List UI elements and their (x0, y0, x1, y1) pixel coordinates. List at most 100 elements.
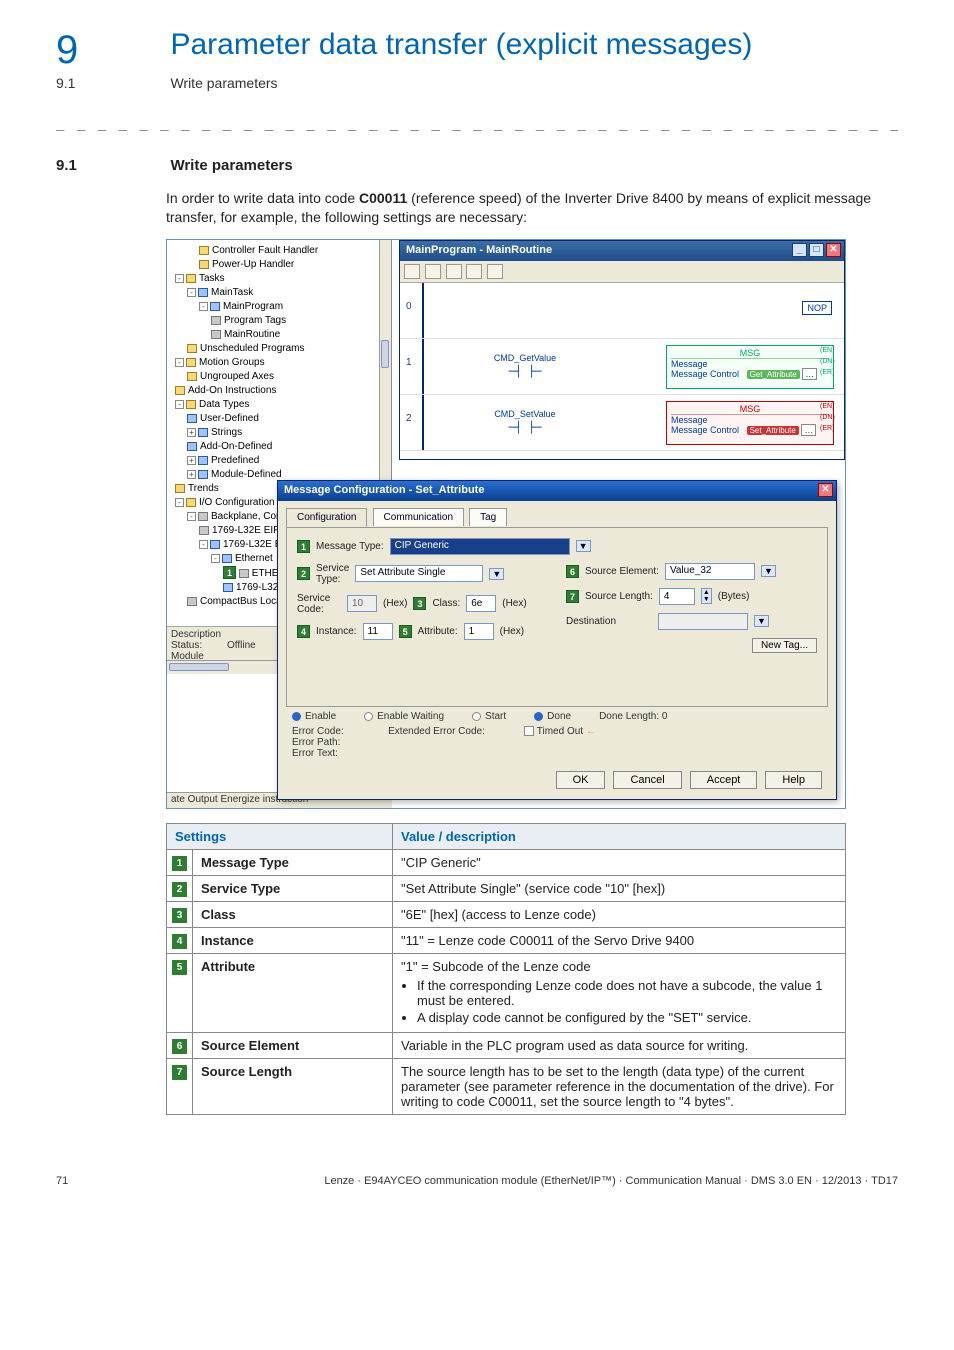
row-badge: 1 (167, 849, 193, 875)
tab-tag[interactable]: Tag (469, 508, 507, 526)
toolbar-icon[interactable] (466, 264, 482, 279)
tree-item[interactable]: Ungrouped Axes (200, 371, 274, 382)
toolbar-icon[interactable] (446, 264, 462, 279)
dropdown-icon[interactable]: ▼ (761, 565, 776, 577)
tree-item[interactable]: Data Types (199, 399, 249, 410)
accept-button[interactable]: Accept (690, 771, 758, 789)
row-value: "11" = Lenze code C00011 of the Servo Dr… (393, 927, 846, 953)
dropdown-icon[interactable]: ▼ (576, 540, 591, 552)
ok-button[interactable]: OK (556, 771, 606, 789)
callout-badge-7: 7 (566, 590, 579, 603)
message-type-select[interactable]: CIP Generic (390, 538, 570, 555)
tree-item[interactable]: Power-Up Handler (212, 259, 294, 270)
rung-2[interactable]: 2 CMD_SetValue─┤ ├─ MSG Message Message … (400, 395, 844, 451)
msg-ellipsis[interactable]: … (802, 368, 817, 380)
msg-line: Message Control (671, 369, 739, 379)
row-badge: 7 (167, 1058, 193, 1114)
intro-paragraph: In order to write data into code C00011 … (166, 189, 898, 227)
tree-item[interactable]: Unscheduled Programs (200, 343, 305, 354)
destination-select[interactable] (658, 613, 748, 630)
attribute-label: Attribute: (418, 626, 458, 637)
chapter-number: 9 (56, 28, 166, 73)
rung-number: 0 (406, 301, 412, 312)
cancel-button[interactable]: Cancel (613, 771, 681, 789)
tab-communication[interactable]: Communication (373, 508, 464, 526)
row-name: Source Element (193, 1032, 393, 1058)
start-status: Start (485, 711, 506, 722)
spinner-icon[interactable]: ▲▼ (701, 588, 712, 604)
nop-block: NOP (802, 301, 832, 315)
tree-item[interactable]: Strings (211, 427, 242, 438)
tree-item[interactable]: Program Tags (224, 315, 286, 326)
tree-item[interactable]: MainRoutine (224, 329, 280, 340)
msg-block-set[interactable]: MSG Message Message Control Set_Attribut… (666, 401, 834, 445)
row-name: Message Type (193, 849, 393, 875)
tree-item[interactable]: Trends (188, 483, 219, 494)
tab-configuration[interactable]: Configuration (286, 508, 367, 528)
tree-item[interactable]: Add-On Instructions (188, 385, 276, 396)
service-type-select[interactable]: Set Attribute Single (355, 565, 483, 582)
timed-out-checkbox[interactable] (524, 726, 534, 736)
service-type-label: Service Type: (316, 563, 349, 585)
tree-item[interactable]: Add-On-Defined (200, 441, 272, 452)
toolbar-icon[interactable] (425, 264, 441, 279)
class-input[interactable] (466, 595, 496, 612)
status-label: Status: (171, 640, 227, 651)
toolbar-icon[interactable] (404, 264, 420, 279)
tree-item[interactable]: MainTask (211, 287, 253, 298)
callout-badge-4: 4 (297, 625, 310, 638)
maximize-button[interactable]: □ (809, 243, 824, 257)
instance-input[interactable] (363, 623, 393, 640)
tree-item[interactable]: CompactBus Local (200, 596, 284, 607)
error-code-label: Error Code: (292, 726, 344, 737)
msg-ellipsis[interactable]: … (801, 424, 816, 436)
tree-item[interactable]: User-Defined (200, 413, 259, 424)
attribute-input[interactable] (464, 623, 494, 640)
rung-0[interactable]: 0 NOP (400, 283, 844, 339)
tree-item[interactable]: MainProgram (223, 301, 283, 312)
bytes-label: (Bytes) (718, 591, 750, 602)
tree-item[interactable]: Ethernet (235, 553, 273, 564)
rung-number: 2 (406, 413, 412, 424)
status-dot-icon (364, 712, 373, 721)
tree-item[interactable]: Controller Fault Handler (212, 245, 318, 256)
done-length: Done Length: 0 (599, 711, 667, 722)
tree-item[interactable]: Motion Groups (199, 357, 265, 368)
dialog-close-button[interactable]: ✕ (818, 483, 833, 497)
help-button[interactable]: Help (765, 771, 822, 789)
service-code-label: Service Code: (297, 593, 341, 615)
row-name: Instance (193, 927, 393, 953)
error-text-label: Error Text: (292, 748, 822, 759)
callout-badge-2: 2 (297, 567, 310, 580)
tree-item[interactable]: I/O Configuration (199, 497, 275, 508)
msg-line: Message (671, 359, 708, 369)
source-element-select[interactable]: Value_32 (665, 563, 755, 580)
intro-code: C00011 (359, 190, 407, 206)
tree-item[interactable]: Predefined (211, 455, 259, 466)
row-value: Variable in the PLC program used as data… (393, 1032, 846, 1058)
status-dot-icon (292, 712, 301, 721)
toolbar-icon[interactable] (487, 264, 503, 279)
subhead-text: Write parameters (170, 75, 277, 91)
dropdown-icon[interactable]: ▼ (754, 615, 769, 627)
minimize-button[interactable]: _ (792, 243, 807, 257)
value-header: Value / description (393, 823, 846, 849)
chapter-title: Parameter data transfer (explicit messag… (170, 28, 752, 62)
msg-block-get[interactable]: MSG Message Message Control Get_Attribut… (666, 345, 834, 389)
ladder-window: MainProgram - MainRoutine _ □ ✕ 0 NOP 1 … (399, 240, 845, 460)
close-button[interactable]: ✕ (826, 243, 841, 257)
callout-badge-3: 3 (413, 597, 426, 610)
tree-item[interactable]: Tasks (199, 273, 225, 284)
rung-1[interactable]: 1 CMD_GetValue─┤ ├─ MSG Message Message … (400, 339, 844, 395)
instance-label: Instance: (316, 626, 357, 637)
intro-pre: In order to write data into code (166, 190, 359, 206)
msg-line: Message Control (671, 425, 739, 435)
new-tag-button[interactable]: New Tag... (752, 638, 817, 653)
tree-item[interactable]: Module-Defined (211, 469, 282, 480)
settings-table: Settings Value / description 1Message Ty… (166, 823, 846, 1115)
dropdown-icon[interactable]: ▼ (489, 568, 504, 580)
source-length-input[interactable] (659, 588, 695, 605)
rung-number: 1 (406, 357, 412, 368)
row-badge: 5 (167, 953, 193, 1032)
divider-dashes: _ _ _ _ _ _ _ _ _ _ _ _ _ _ _ _ _ _ _ _ … (56, 115, 898, 131)
